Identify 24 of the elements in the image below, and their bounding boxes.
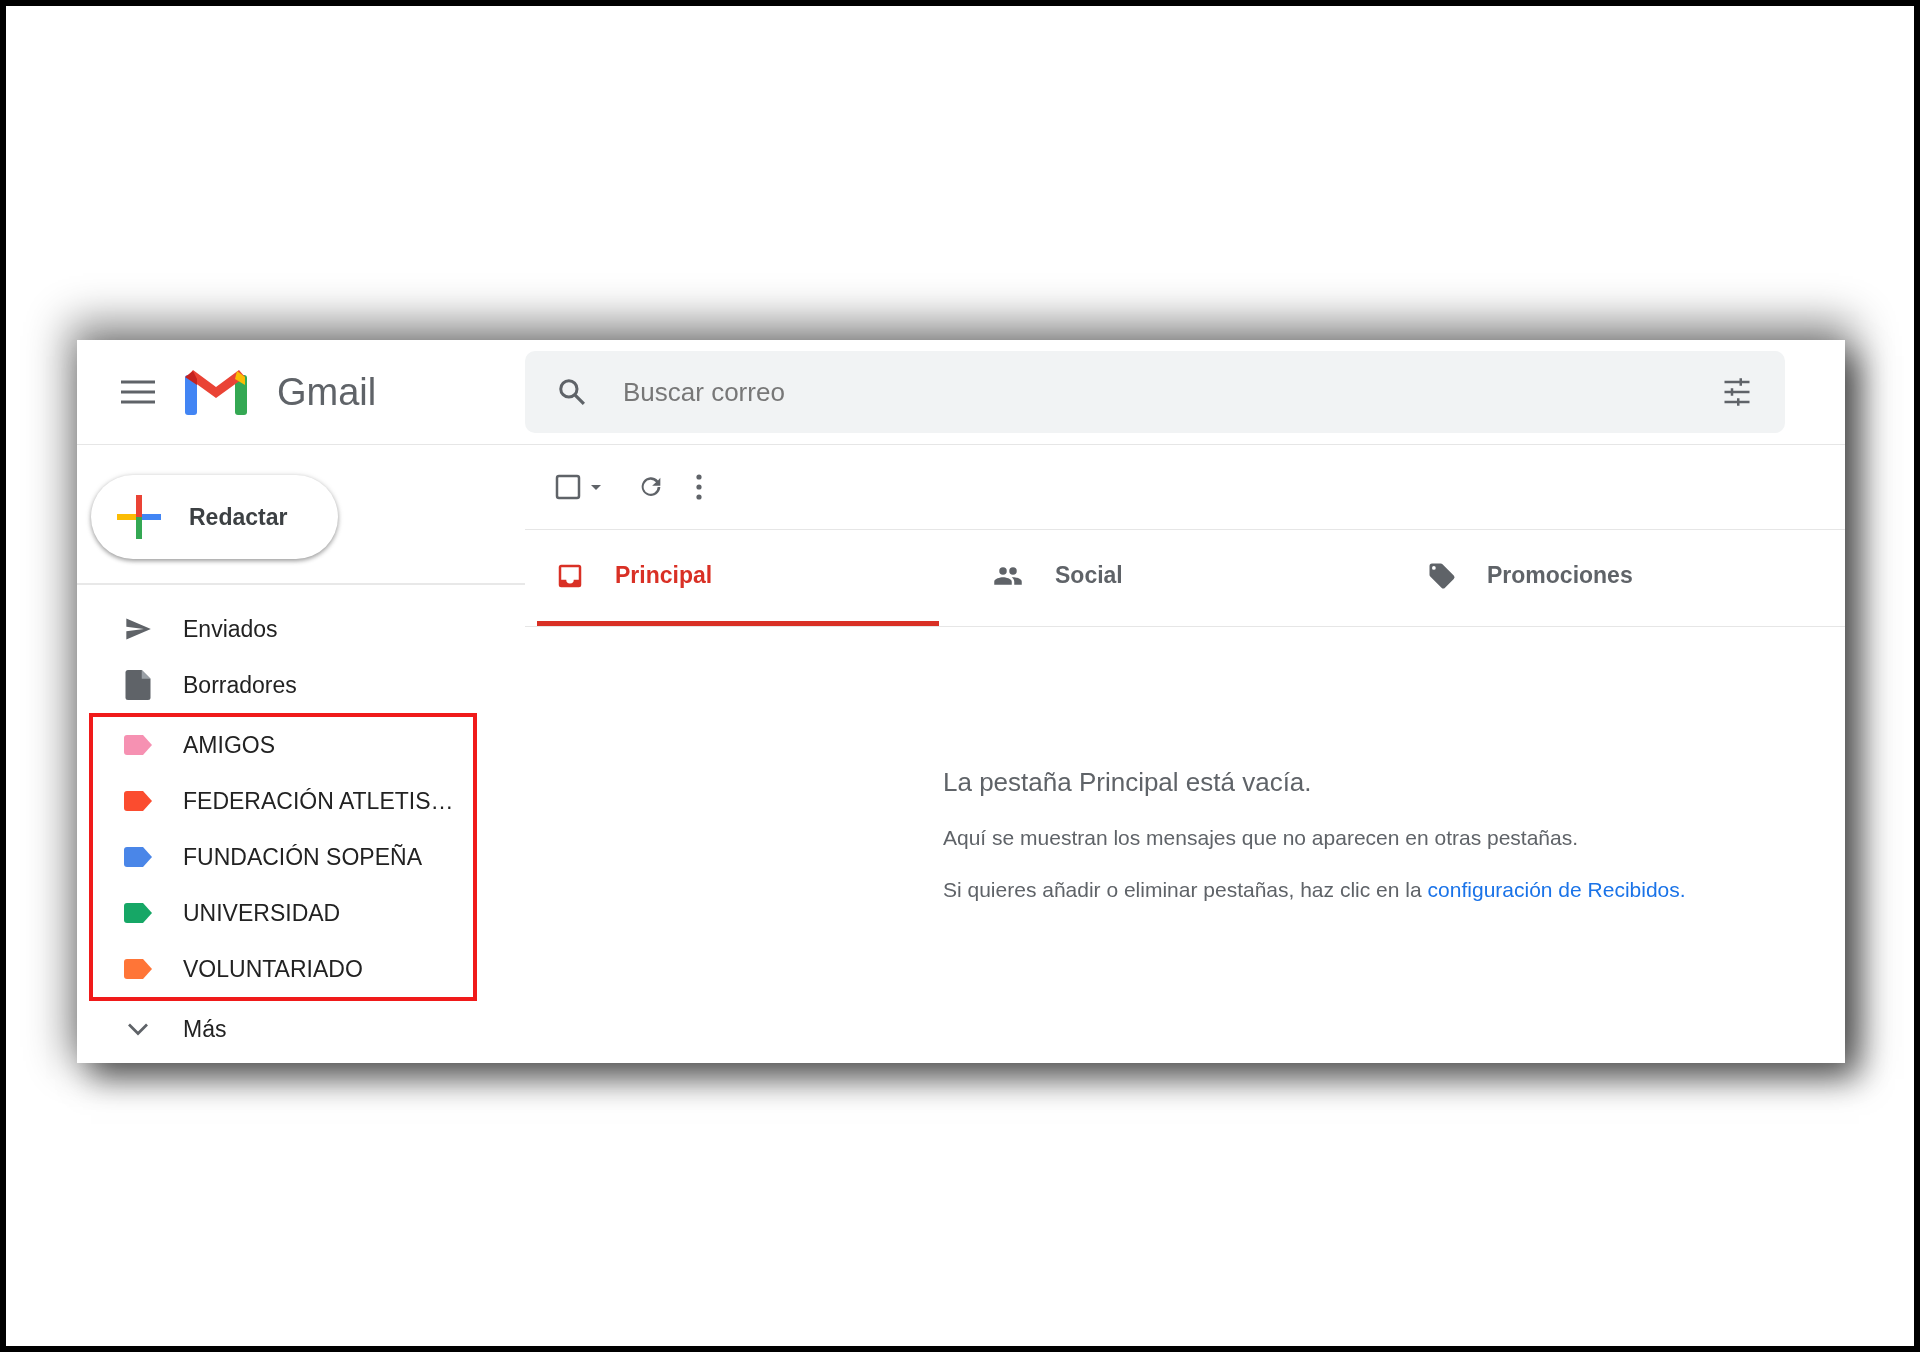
tab[interactable]: Promociones xyxy=(1409,530,1811,626)
label-item[interactable]: FUNDACIÓN SOPEÑA xyxy=(93,829,473,885)
app-name: Gmail xyxy=(277,370,377,414)
envelope-logo-icon xyxy=(185,369,247,415)
sidebar-item[interactable]: Borradores xyxy=(77,657,525,713)
label-item[interactable]: FEDERACIÓN ATLETIS… xyxy=(93,773,473,829)
more-item[interactable]: Más xyxy=(77,1001,525,1057)
label-item[interactable]: UNIVERSIDAD xyxy=(93,885,473,941)
settings-hint: Si quieres añadir o eliminar pestañas, haz clic en la xyxy=(943,878,1422,902)
search-field[interactable]: Buscar correo xyxy=(525,351,1785,433)
tab[interactable]: Principal xyxy=(537,530,939,626)
label-item[interactable]: VOLUNTARIADO xyxy=(93,941,473,997)
sidebar-item[interactable]: Enviados xyxy=(77,601,525,657)
inbox-settings-link[interactable]: configuración de Recibidos. xyxy=(1427,878,1686,902)
label-item[interactable]: AMIGOS xyxy=(93,717,473,773)
search-icon xyxy=(557,377,587,407)
tab[interactable]: Social xyxy=(973,530,1375,626)
compose-button[interactable]: Redactar xyxy=(91,475,338,559)
search-input[interactable]: Buscar correo xyxy=(621,375,1687,409)
menu-icon[interactable] xyxy=(121,380,155,404)
empty-message: Aquí se muestran los mensajes que no aparecen en otras pestañas. xyxy=(943,826,1580,850)
plus-icon xyxy=(117,495,161,539)
empty-title: La pestaña Principal está vacía. xyxy=(943,767,1313,798)
more-vertical-icon[interactable] xyxy=(695,473,703,501)
